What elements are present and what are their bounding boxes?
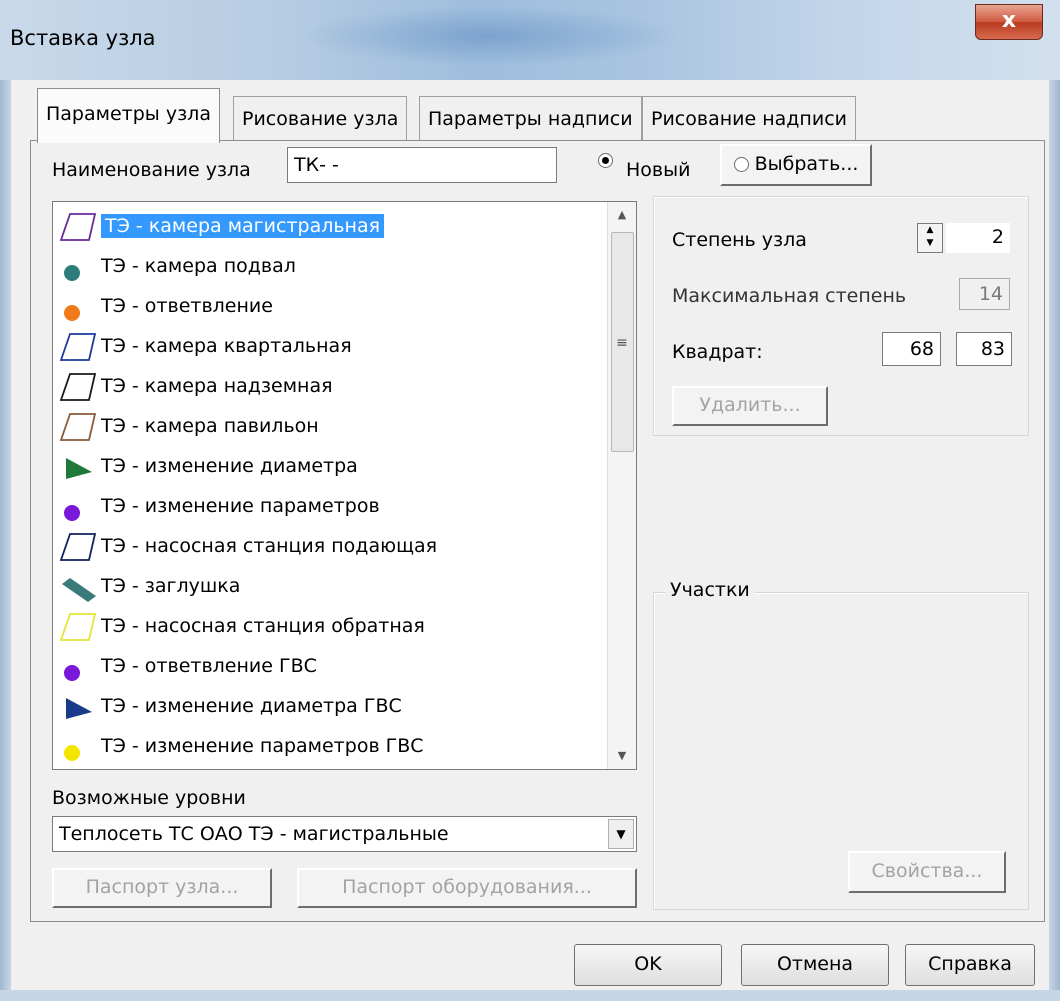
list-item-label: ТЭ - камера квартальная: [101, 335, 352, 357]
square-x-input[interactable]: 68: [882, 332, 941, 366]
radio-select[interactable]: [733, 157, 749, 172]
list-item[interactable]: ТЭ - насосная станция подающая: [53, 526, 608, 566]
list-item-label: ТЭ - насосная станция обратная: [101, 615, 425, 637]
list-item-label: ТЭ - изменение диаметра: [101, 455, 358, 477]
sections-title: Участки: [666, 579, 754, 601]
list-item-label: ТЭ - камера павильон: [101, 415, 319, 437]
dot-icon: [64, 745, 80, 761]
delete-button[interactable]: Удалить...: [672, 386, 828, 426]
node-type-list[interactable]: ТЭ - камера магистральная ТЭ - камера под…: [52, 201, 637, 770]
list-item-label: ТЭ - изменение параметров: [101, 495, 380, 517]
list-item[interactable]: ТЭ - изменение диаметра ГВС: [53, 686, 608, 726]
tab-label: Параметры узла: [46, 103, 211, 125]
square-label: Квадрат:: [672, 341, 763, 363]
triangle-icon: [66, 698, 92, 719]
passport-node-button[interactable]: Паспорт узла...: [52, 868, 272, 908]
levels-label: Возможные уровни: [52, 787, 246, 809]
window-frame-bottom: [0, 990, 1060, 1001]
dot-icon: [64, 505, 80, 521]
list-item-label: ТЭ - изменение диаметра ГВС: [101, 695, 402, 717]
tab-caption-drawing[interactable]: Рисование надписи: [642, 96, 856, 141]
window-frame-left: [0, 80, 11, 1001]
properties-button[interactable]: Свойства...: [848, 851, 1006, 893]
scroll-down-icon[interactable]: ▼: [608, 743, 636, 769]
list-item-label: ТЭ - камера магистральная: [101, 214, 385, 238]
tab-label: Рисование надписи: [651, 108, 847, 130]
select-button[interactable]: Выбрать...: [720, 144, 872, 186]
scroll-up-icon[interactable]: ▲: [608, 202, 636, 228]
parallelogram-outline-icon: [59, 613, 97, 641]
list-item[interactable]: ТЭ - изменение параметров ГВС: [53, 726, 608, 766]
chevron-down-icon[interactable]: ▼: [608, 819, 634, 849]
degree-spinner[interactable]: ▲ ▼: [917, 223, 943, 253]
select-button-label: Выбрать...: [754, 153, 859, 175]
degree-label: Степень узла: [672, 229, 807, 251]
list-item[interactable]: ТЭ - камера надземная: [53, 366, 608, 406]
list-item-label: ТЭ - заглушка: [101, 575, 241, 597]
node-name-input[interactable]: ТК- -: [287, 147, 557, 183]
list-item[interactable]: ТЭ - изменение диаметра: [53, 446, 608, 486]
list-item[interactable]: ТЭ - камера квартальная: [53, 326, 608, 366]
parallelogram-outline-icon: [59, 213, 97, 241]
passport-equipment-button[interactable]: Паспорт оборудования...: [297, 868, 637, 908]
levels-select[interactable]: Теплосеть ТС ОАО ТЭ - магистральные ▼: [52, 816, 637, 852]
list-item-label: ТЭ - камера подвал: [101, 255, 296, 277]
bar-icon: [62, 578, 96, 602]
window-title: Вставка узла: [10, 26, 156, 50]
list-item[interactable]: ТЭ - ответвление ГВС: [53, 646, 608, 686]
max-degree-value: 14: [959, 278, 1010, 310]
title-bar: Вставка узла x: [0, 0, 1060, 80]
list-item-label: ТЭ - ответвление ГВС: [101, 655, 317, 677]
list-item[interactable]: ТЭ - камера павильон: [53, 406, 608, 446]
list-item-label: ТЭ - ответвление: [101, 295, 273, 317]
tab-node-params[interactable]: Параметры узла: [37, 88, 220, 143]
triangle-icon: [66, 458, 92, 479]
dot-icon: [64, 305, 80, 321]
ok-button[interactable]: OK: [574, 944, 722, 986]
parallelogram-outline-icon: [59, 373, 97, 401]
parallelogram-outline-icon: [59, 333, 97, 361]
scroll-grip-icon: ≡: [616, 335, 628, 351]
cancel-button[interactable]: Отмена: [741, 944, 889, 986]
close-button[interactable]: x: [975, 4, 1043, 40]
list-item-label: ТЭ - изменение параметров ГВС: [101, 735, 424, 757]
tab-caption-params[interactable]: Параметры надписи: [419, 96, 642, 141]
list-scrollbar[interactable]: ▲ ≡ ▼: [607, 202, 636, 769]
list-item[interactable]: ТЭ - заглушка: [53, 566, 608, 606]
tab-label: Параметры надписи: [428, 108, 633, 130]
square-y-input[interactable]: 83: [956, 332, 1012, 366]
window-frame-right: [1049, 80, 1060, 1001]
degree-value[interactable]: 2: [946, 223, 1010, 253]
dot-icon: [64, 265, 80, 281]
levels-select-value: Теплосеть ТС ОАО ТЭ - магистральные: [59, 823, 449, 845]
list-item[interactable]: ТЭ - ответвление: [53, 286, 608, 326]
dot-icon: [64, 665, 80, 681]
list-item[interactable]: ТЭ - камера магистральная: [53, 206, 608, 246]
max-degree-label: Максимальная степень: [672, 285, 907, 307]
list-item-label: ТЭ - насосная станция подающая: [101, 535, 438, 557]
list-item[interactable]: ТЭ - камера подвал: [53, 246, 608, 286]
close-icon: x: [1001, 8, 1017, 33]
node-name-label: Наименование узла: [52, 159, 251, 181]
list-item[interactable]: ТЭ - изменение параметров: [53, 486, 608, 526]
list-item[interactable]: ТЭ - насосная станция обратная: [53, 606, 608, 646]
tab-node-drawing[interactable]: Рисование узла: [233, 96, 408, 141]
parallelogram-outline-icon: [59, 533, 97, 561]
help-button[interactable]: Справка: [905, 944, 1035, 986]
tab-label: Рисование узла: [242, 108, 399, 130]
radio-new[interactable]: [598, 153, 613, 168]
parallelogram-outline-icon: [59, 413, 97, 441]
list-item-label: ТЭ - камера надземная: [101, 375, 333, 397]
radio-new-label: Новый: [626, 159, 691, 181]
